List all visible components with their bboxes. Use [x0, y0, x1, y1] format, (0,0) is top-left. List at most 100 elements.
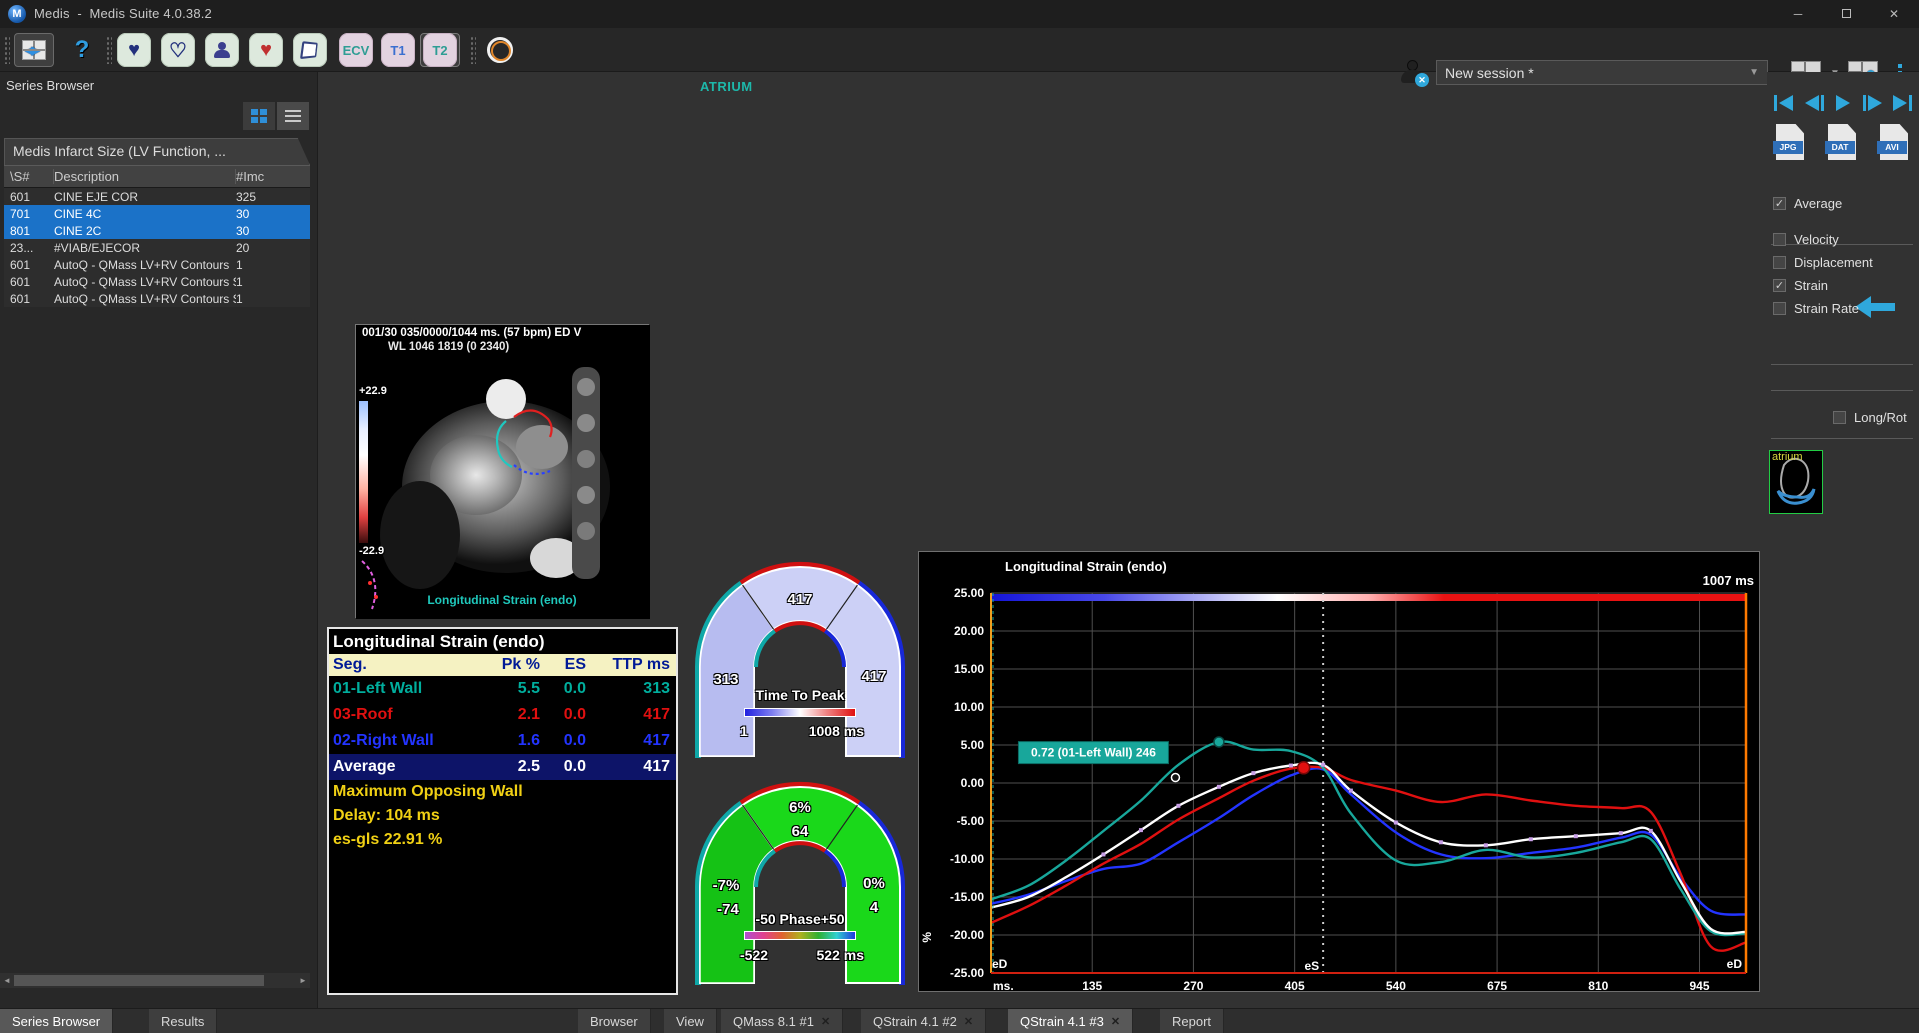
table-row[interactable]: 601AutoQ - QMass LV+RV Contours SAX1 — [4, 273, 310, 290]
ttp-left-value: 313 — [704, 671, 748, 688]
fetal-app-icon[interactable] — [202, 33, 242, 67]
table-row[interactable]: 801CINE 2C30 — [4, 222, 310, 239]
back-arrow-icon[interactable] — [1853, 294, 1895, 325]
max-opposing-wall-label: Maximum Opposing Wall — [329, 780, 676, 804]
tab-series-browser[interactable]: Series Browser — [0, 1009, 113, 1033]
close-tab-icon[interactable]: ✕ — [964, 1015, 973, 1028]
session-dropdown[interactable]: New session *▼ — [1436, 60, 1768, 85]
tab-results[interactable]: Results — [149, 1009, 217, 1033]
tab-view[interactable]: View — [664, 1009, 717, 1033]
list-view-button[interactable] — [277, 102, 309, 130]
qmass-app-icon[interactable]: ♥ — [114, 33, 154, 67]
play-icon[interactable] — [1830, 92, 1856, 114]
time-to-peak-bullseye[interactable]: 417 313 417 Time To Peak 11008 ms — [694, 551, 906, 765]
svg-text:eD: eD — [1727, 957, 1743, 971]
svg-text:25.00: 25.00 — [954, 586, 984, 600]
toolbar-grip[interactable] — [106, 36, 112, 64]
svg-text:-20.00: -20.00 — [950, 928, 984, 942]
table-row[interactable]: 601AutoQ - QMass LV+RV Contours SAX1 — [4, 290, 310, 307]
phase-legend-colorbar — [744, 931, 856, 940]
ecv-app-icon[interactable]: ECV — [336, 33, 376, 67]
ttp-legend-range: 11008 ms — [740, 723, 864, 739]
strain-chart-panel[interactable]: 25.0020.0015.0010.005.000.00-5.00-10.00-… — [918, 551, 1760, 992]
table-row[interactable]: 601AutoQ - QMass LV+RV Contours1 — [4, 256, 310, 273]
ttp-legend-colorbar — [744, 708, 856, 717]
window-level-overlay: WL 1046 1819 (0 2340) — [388, 341, 509, 353]
series-table-header[interactable]: \S# Description #Imc — [4, 165, 310, 188]
playback-controls — [1771, 92, 1915, 114]
close-button[interactable]: ✕ — [1871, 0, 1917, 28]
close-tab-icon[interactable]: ✕ — [1111, 1015, 1120, 1028]
svg-text:0.00: 0.00 — [961, 776, 985, 790]
svg-text:eD: eD — [992, 957, 1008, 971]
tab-qstrain-3[interactable]: QStrain 4.1 #3✕ — [1008, 1009, 1133, 1033]
checkbox-strain-rate[interactable]: ✓Strain Rate — [1773, 301, 1859, 316]
main-toolbar: ◀▶ ? ♥ ♡ ♥ ECV T1 T2 ✕ New session *▼ ▪ … — [0, 28, 1919, 72]
series-browser-panel: Series Browser Medis Infarct Size (LV Fu… — [0, 72, 318, 1008]
phase-bullseye[interactable]: 6% 64 -7% -74 0% 4 -50 Phase+50 -522522 … — [694, 771, 906, 992]
frame-info-overlay: 001/30 035/0000/1044 ms. (57 bpm) ED V — [362, 327, 581, 339]
skip-first-icon[interactable] — [1771, 92, 1797, 114]
minimize-button[interactable]: ─ — [1775, 0, 1821, 28]
t2-app-icon[interactable]: T2 — [420, 33, 460, 67]
study-tab[interactable]: Medis Infarct Size (LV Function, ... — [4, 138, 310, 165]
horizontal-scrollbar[interactable]: ◄ ► — [0, 973, 310, 988]
scroll-left-icon[interactable]: ◄ — [0, 973, 14, 988]
phase-top-pct: 6% — [780, 799, 820, 816]
wedge-app-icon[interactable] — [290, 33, 330, 67]
export-dat-button[interactable]: DAT — [1825, 124, 1861, 164]
scrollbar-thumb[interactable] — [14, 975, 264, 986]
maximize-button[interactable] — [1823, 0, 1869, 28]
scroll-right-icon[interactable]: ► — [296, 973, 310, 988]
close-tab-icon[interactable]: ✕ — [821, 1015, 830, 1028]
strain-table-header: Seg. Pk % ES TTP ms — [329, 654, 676, 676]
checkbox-long-rot[interactable]: ✓Long/Rot — [1833, 410, 1907, 425]
t1-app-icon[interactable]: T1 — [378, 33, 418, 67]
toolbar-grip[interactable] — [4, 36, 10, 64]
grid-view-button[interactable] — [243, 102, 275, 130]
right-control-panel: JPG DAT AVI ✓Average ✓Velocity ✓Displace… — [1767, 72, 1919, 1008]
table-row: 03-Roof2.1 0.0417 — [329, 702, 676, 728]
tab-qmass[interactable]: QMass 8.1 #1✕ — [721, 1009, 843, 1033]
svg-text:Longitudinal Strain (endo): Longitudinal Strain (endo) — [1005, 559, 1167, 574]
table-row[interactable]: 601CINE EJE COR325 — [4, 188, 310, 205]
export-buttons: JPG DAT AVI — [1773, 124, 1913, 164]
step-forward-icon[interactable] — [1860, 92, 1886, 114]
tab-browser[interactable]: Browser — [578, 1009, 651, 1033]
checkbox-displacement[interactable]: ✓Displacement — [1773, 255, 1873, 270]
svg-text:10.00: 10.00 — [954, 700, 984, 714]
table-row[interactable]: 701CINE 4C30 — [4, 205, 310, 222]
qflow-app-icon[interactable]: ♡ — [158, 33, 198, 67]
export-jpg-button[interactable]: JPG — [1773, 124, 1809, 164]
svg-text:945: 945 — [1689, 979, 1709, 991]
qstrain-ring-icon[interactable] — [480, 33, 520, 67]
skip-last-icon[interactable] — [1889, 92, 1915, 114]
medis-logo-icon: M — [8, 5, 26, 23]
atrium-thumbnail[interactable]: atrium — [1769, 450, 1823, 514]
chevron-down-icon: ▼ — [1749, 67, 1759, 78]
ttp-top-value: 417 — [780, 591, 820, 608]
mri-viewport[interactable]: 001/30 035/0000/1044 ms. (57 bpm) ED V W… — [355, 324, 649, 618]
tab-qstrain-2[interactable]: QStrain 4.1 #2✕ — [861, 1009, 986, 1033]
step-back-icon[interactable] — [1801, 92, 1827, 114]
checkbox-strain[interactable]: ✓Strain — [1773, 278, 1828, 293]
export-avi-button[interactable]: AVI — [1877, 124, 1913, 164]
congenital-heart-app-icon[interactable]: ♥ — [246, 33, 286, 67]
svg-text:810: 810 — [1588, 979, 1608, 991]
svg-text:%: % — [920, 932, 934, 943]
tab-report[interactable]: Report — [1160, 1009, 1224, 1033]
phase-right-pct: 0% — [852, 875, 896, 892]
help-icon[interactable]: ? — [62, 33, 102, 67]
grid-icon — [251, 109, 267, 123]
session-user-icon[interactable]: ✕ — [1395, 59, 1429, 87]
ttp-right-value: 417 — [852, 668, 896, 685]
strain-table-title: Longitudinal Strain (endo) — [329, 629, 676, 654]
svg-text:1007 ms: 1007 ms — [1703, 573, 1754, 588]
table-row[interactable]: 23...#VIAB/EJECOR20 — [4, 239, 310, 256]
svg-text:675: 675 — [1487, 979, 1507, 991]
toolbar-grip[interactable] — [470, 36, 476, 64]
checkbox-velocity[interactable]: ✓Velocity — [1773, 232, 1839, 247]
layout-icon[interactable]: ◀▶ — [14, 33, 54, 67]
svg-text:ms.: ms. — [993, 979, 1014, 991]
checkbox-average[interactable]: ✓Average — [1773, 196, 1842, 211]
